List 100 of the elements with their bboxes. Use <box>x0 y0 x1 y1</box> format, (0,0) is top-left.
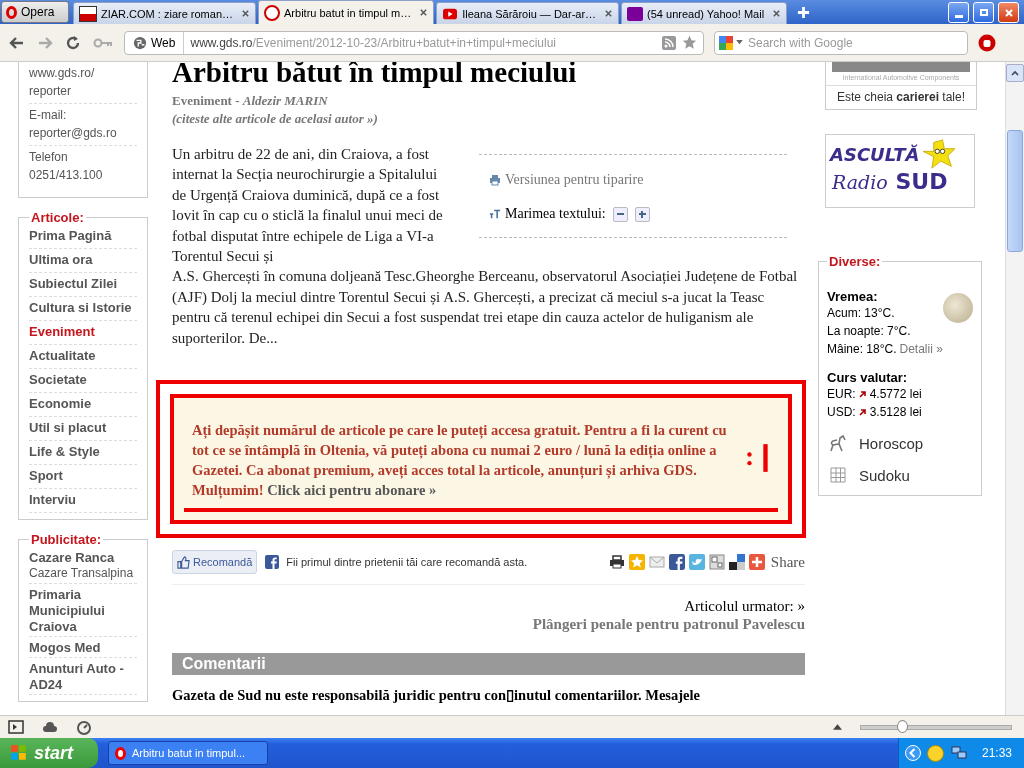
radio-logo-text: ASCULTĂ <box>830 143 920 165</box>
subscribe-link[interactable]: Click aici pentru abonare » <box>267 482 437 499</box>
browser-tab[interactable]: ZIAR.COM : ziare roman… <box>73 2 257 24</box>
cloud-icon[interactable] <box>42 719 58 735</box>
moon-icon <box>942 293 973 323</box>
category-link[interactable]: Cultura si Istorie <box>29 297 137 321</box>
ad-link[interactable]: Mogos Med <box>29 638 137 656</box>
windows-logo-icon <box>10 744 28 762</box>
browser-tab[interactable]: (54 unread) Yahoo! Mail <box>621 2 788 24</box>
article-text: Un arbitru de 22 de ani, din Craiova, a fost internat la Secția neurochirurgie a Spitalului de Urgență Craiova duminică, după ce a fost lovit în cap cu o sticlă la finalul unui meci de fotbal disputat între echipele de Liga a VI-a Torentul Secui și <box>172 145 444 267</box>
category-link[interactable]: Actualitate <box>29 345 137 369</box>
text-size-icon <box>489 208 501 220</box>
category-link[interactable]: Util si placut <box>29 417 137 441</box>
notice-text: Ați depășit numărul de articole pe care le puteți accesa gratuit. Pentru a fi la curent cu tot ce se întâmplă în Oltenia, vă puteți abona cu numai 2 euro / lună la ediția online a Gazetei. Ca abonat premium, aveți acces total la articole, anunțuri și arhiva GDS. Mulțumim! Click aici pentru abonare » <box>192 421 728 501</box>
radio-banner[interactable]: ASCULTĂ Radio SUD <box>825 134 975 208</box>
arrow-up-icon <box>858 408 867 416</box>
close-icon[interactable] <box>604 9 614 18</box>
category-link[interactable]: Prima Pagină <box>29 225 137 249</box>
byline-text: Eveniment - Aldezir MARIN <box>172 93 328 108</box>
weather-title: Vremea: <box>827 289 879 304</box>
globe-icon <box>133 35 147 50</box>
horoscope-link[interactable]: Horoscop <box>859 434 924 452</box>
star-icon[interactable] <box>682 35 697 50</box>
ad-sublink[interactable]: Cazare Transalpina <box>29 566 137 582</box>
sudoku-link[interactable]: Sudoku <box>859 466 910 484</box>
ad-link[interactable]: Cazare Ranca <box>29 548 137 566</box>
close-window-icon[interactable] <box>998 2 1019 23</box>
scrollbar[interactable] <box>1005 62 1024 715</box>
contact-text: E-mail: reporter@gds.ro <box>29 104 137 146</box>
clock-text: 21:33 <box>981 746 1012 760</box>
speedometer-icon[interactable] <box>76 719 92 735</box>
close-icon[interactable] <box>419 8 429 17</box>
smiley-icon[interactable] <box>926 744 944 762</box>
category-link[interactable]: Eveniment <box>29 321 137 345</box>
expand-icon[interactable] <box>833 724 842 730</box>
reload-icon[interactable] <box>64 34 82 51</box>
panel-title: Publicitate: <box>30 532 103 547</box>
restore-icon[interactable] <box>973 2 994 23</box>
contact-text: www.gds.ro/ reporter <box>29 62 137 104</box>
increase-icon[interactable] <box>634 206 650 222</box>
print-version-link[interactable]: Versiunea pentru tiparire <box>505 172 644 188</box>
category-link[interactable]: Life & Style <box>29 441 137 465</box>
details-link[interactable]: Detalii » <box>899 340 943 358</box>
article-text: A.S. Ghercești în comuna doljeană Tesc.Gheorghe Berceanu, observatorul Asociației Județene de Fotbal (AJF) Dolj la meciul dintre Torentul Secui și A.S. Ghercești, a precizat că meciul s-a jucat la Teasc pentru că terenul echipei din Secui a fost suspendat trei etape din cauza actelor de huliganism ale suporterilor. De... <box>172 267 799 348</box>
next-article-link[interactable]: Plângeri penale pentru patronul Pavelescu <box>532 615 805 634</box>
favorite-star-icon[interactable] <box>628 554 645 571</box>
search-box[interactable]: Search with Google <box>714 30 968 55</box>
currency-title: Curs valutar: <box>827 370 909 385</box>
category-link[interactable]: Ultima ora <box>29 249 137 273</box>
decrease-icon[interactable] <box>612 206 628 222</box>
squares-icon[interactable] <box>728 554 745 571</box>
feed-icon[interactable] <box>662 35 676 50</box>
browser-tab[interactable]: Arbitru batut in timpul m… <box>258 0 435 24</box>
currency-value: 3.5128 lei <box>869 404 922 421</box>
weather-text: Mâine: 18°C. <box>827 341 897 358</box>
browser-tab[interactable]: Ileana Sărăroiu — Dar-ar… <box>436 2 620 24</box>
scroll-thumb[interactable] <box>1007 130 1023 252</box>
category-link[interactable]: Interviu <box>29 489 137 513</box>
plus-icon[interactable] <box>748 554 765 571</box>
recommend-text: Fii primul dintre prietenii tăi care recomandă asta. <box>286 556 528 569</box>
panel-toggle-icon[interactable] <box>8 719 24 735</box>
category-link[interactable]: Societate <box>29 369 137 393</box>
currency-value: 4.5772 lei <box>869 386 922 403</box>
zoom-slider[interactable] <box>896 719 908 733</box>
taskbar-button[interactable]: Arbitru batut in timpul... <box>108 741 268 765</box>
ad-link[interactable]: Anunturi Auto - AD24 <box>29 659 137 693</box>
facebook-share-icon[interactable] <box>668 554 685 571</box>
chevron-icon[interactable] <box>904 745 921 761</box>
arrow-up-icon <box>858 390 867 398</box>
weather-text: La noapte: 7°C. <box>827 323 911 340</box>
back-icon[interactable] <box>8 34 26 51</box>
close-icon[interactable] <box>772 9 782 18</box>
author-articles-link[interactable]: (citeste alte articole de acelasi autor ») <box>172 110 805 128</box>
share-link[interactable]: Share <box>770 553 805 571</box>
network-icon[interactable] <box>949 745 968 761</box>
scroll-up-icon[interactable] <box>1011 70 1019 76</box>
recommend-button[interactable]: Recomandă <box>172 550 258 575</box>
stop-hand-icon[interactable] <box>978 33 996 52</box>
print-icon[interactable] <box>608 554 625 571</box>
category-link[interactable]: Economie <box>29 393 137 417</box>
play-icon <box>442 6 459 21</box>
article-title: Arbitru bătut în timpul meciului <box>172 62 578 88</box>
web-label: Web <box>151 35 176 50</box>
currency-label: EUR: <box>827 386 856 403</box>
thumbs-up-icon <box>177 555 190 569</box>
panel-title: Diverse: <box>828 254 882 269</box>
minimize-icon[interactable] <box>948 2 969 23</box>
new-tab-icon[interactable] <box>797 6 811 19</box>
comments-heading: Comentarii <box>172 653 805 676</box>
caret-icon[interactable] <box>736 40 743 45</box>
category-link[interactable]: Subiectul Zilei <box>29 273 137 297</box>
opera-logo-icon <box>6 5 17 19</box>
opera-menu-button[interactable]: Opera <box>1 1 69 23</box>
category-link[interactable]: Sport <box>29 465 137 489</box>
ad-link[interactable]: Primaria Municipiului Craiova <box>29 585 137 635</box>
currency-label: USD: <box>827 404 856 421</box>
grid-icon <box>827 465 849 485</box>
contact-text: Telefon 0251/413.100 <box>29 149 104 184</box>
address-field[interactable]: Web www.gds.ro/Eveniment/2012-10-23/Arbitru+batut+in+timpul+meciului <box>124 30 704 55</box>
close-icon[interactable] <box>241 9 251 18</box>
